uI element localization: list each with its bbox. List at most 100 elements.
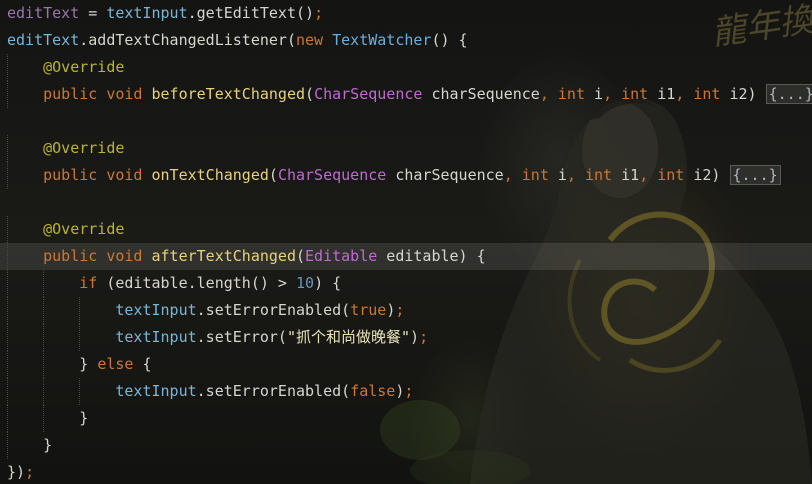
code-token: ; xyxy=(25,463,35,481)
code-token: ) { xyxy=(314,274,342,292)
code-line[interactable]: if (editable.length() > 10) { xyxy=(0,270,812,297)
indent-guide xyxy=(79,378,81,405)
indent-guide xyxy=(7,405,8,432)
code-token: else xyxy=(97,355,134,373)
indent-guide xyxy=(7,216,8,243)
code-line[interactable]: } xyxy=(0,405,812,432)
code-token: } xyxy=(79,355,98,373)
code-token: textInput xyxy=(115,382,197,400)
code-token: 10 xyxy=(296,274,315,292)
code-line[interactable]: editText.addTextChangedListener(new Text… xyxy=(0,27,812,54)
indent-guide xyxy=(43,378,45,405)
indent-guide xyxy=(7,432,8,459)
code-line[interactable]: textInput.setErrorEnabled(false); xyxy=(0,378,812,405)
code-token: editText xyxy=(7,31,80,49)
indent-guide xyxy=(43,324,45,351)
code-line[interactable] xyxy=(0,189,812,216)
code-token: void xyxy=(106,166,143,184)
indent-guide xyxy=(7,297,8,324)
code-token: i2) xyxy=(720,85,766,103)
code-token: ( xyxy=(296,247,306,265)
code-token: editable) { xyxy=(377,247,486,265)
code-token: ) xyxy=(386,301,396,319)
code-token: if xyxy=(79,274,98,292)
code-token: , xyxy=(639,166,658,184)
code-token: textInput xyxy=(106,4,188,22)
code-line[interactable]: @Override xyxy=(0,54,812,81)
code-token: true xyxy=(350,301,387,319)
code-token: } xyxy=(79,409,89,427)
indent-guide xyxy=(43,270,45,297)
code-line[interactable]: textInput.setError("抓个和尚做晚餐"); xyxy=(0,324,812,351)
code-token: CharSequence xyxy=(314,85,423,103)
code-line[interactable]: } else { xyxy=(0,351,812,378)
code-token: ) xyxy=(410,328,420,346)
code-line[interactable] xyxy=(0,108,812,135)
code-editor[interactable]: 龍年換 editText = textInput.getEditText(); e… xyxy=(0,0,812,484)
code-token: }) xyxy=(7,463,26,481)
indent-guide xyxy=(7,243,8,270)
code-line[interactable]: @Override xyxy=(0,216,812,243)
code-token: @Override xyxy=(43,220,125,238)
code-line[interactable]: public void afterTextChanged(Editable ed… xyxy=(0,243,812,270)
indent-guide xyxy=(79,324,81,351)
code-line[interactable]: } xyxy=(0,432,812,459)
code-line[interactable]: public void onTextChanged(CharSequence c… xyxy=(0,162,812,189)
code-line[interactable]: @Override xyxy=(0,135,812,162)
code-token: public xyxy=(43,247,98,265)
code-token: .addTextChangedListener( xyxy=(79,31,296,49)
code-token: textInput xyxy=(115,328,197,346)
code-token: @Override xyxy=(43,58,125,76)
code-token: , xyxy=(539,85,558,103)
indent-guide xyxy=(7,351,8,378)
code-token: void xyxy=(106,85,143,103)
code-token: "抓个和尚做晚餐" xyxy=(286,328,411,346)
code-token: i2) xyxy=(684,166,730,184)
code-line[interactable]: }); xyxy=(0,459,812,484)
code-token: , xyxy=(675,85,694,103)
indent-guide xyxy=(79,297,81,324)
code-token: onTextChanged xyxy=(151,166,269,184)
code-token: ; xyxy=(419,328,429,346)
code-token: @Override xyxy=(43,139,125,157)
code-token: ( xyxy=(305,85,315,103)
code-token: .setErrorEnabled( xyxy=(196,301,351,319)
code-token: int xyxy=(521,166,549,184)
code-token: i xyxy=(548,166,567,184)
code-token: textInput xyxy=(115,301,197,319)
folded-code-block[interactable]: {...} xyxy=(765,84,812,104)
code-token: void xyxy=(106,247,143,265)
code-token: int xyxy=(693,85,721,103)
code-token: { xyxy=(133,355,152,373)
code-line[interactable]: textInput.setErrorEnabled(true); xyxy=(0,297,812,324)
folded-code-block[interactable]: {...} xyxy=(729,165,781,185)
indent-guide xyxy=(7,270,8,297)
code-line[interactable]: public void beforeTextChanged(CharSequen… xyxy=(0,81,812,108)
code-token: int xyxy=(657,166,685,184)
code-token: Editable xyxy=(305,247,378,265)
code-token: public xyxy=(43,166,98,184)
code-token: } xyxy=(43,436,53,454)
code-token: charSequence xyxy=(386,166,504,184)
indent-guide xyxy=(7,135,8,162)
code-token: false xyxy=(350,382,396,400)
code-line[interactable]: editText = textInput.getEditText(); xyxy=(0,0,812,27)
code-lines[interactable]: editText = textInput.getEditText(); editT… xyxy=(0,0,812,484)
code-token: , xyxy=(566,166,585,184)
code-token: new xyxy=(296,31,324,49)
